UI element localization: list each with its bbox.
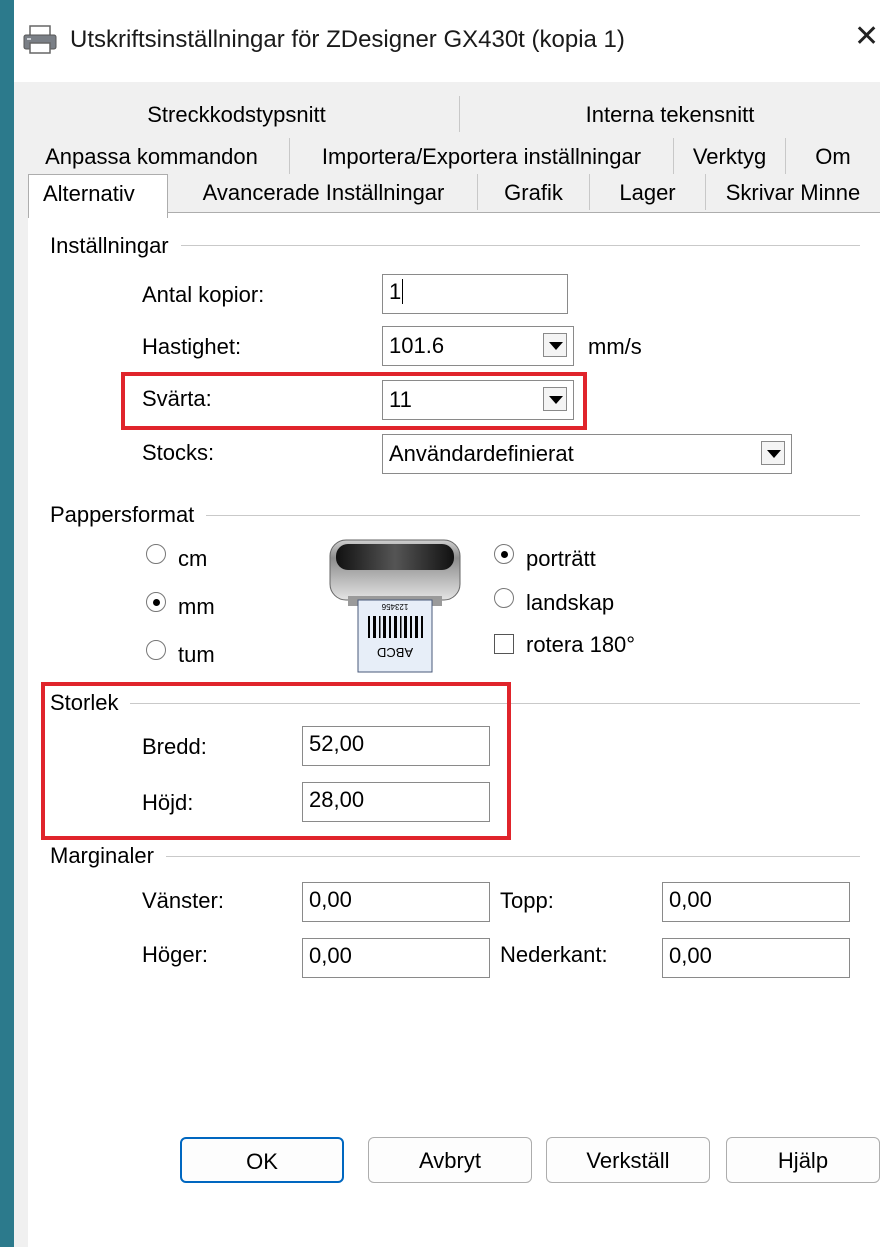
unit-tum-label: tum	[178, 642, 215, 667]
settings-section-title: Inställningar	[50, 233, 181, 259]
help-button[interactable]: Hjälp	[726, 1137, 880, 1183]
unit-mm-label: mm	[178, 594, 215, 619]
close-icon[interactable]: ✕	[854, 22, 879, 52]
copies-label: Antal kopior:	[142, 282, 265, 307]
tab-about[interactable]: Om	[786, 138, 880, 174]
stocks-value: Användardefinierat	[389, 441, 574, 466]
cancel-button[interactable]: Avbryt	[368, 1137, 532, 1183]
margin-top-label: Topp:	[500, 888, 554, 913]
print-settings-dialog: Utskriftsinställningar för ZDesigner GX4…	[14, 0, 880, 1247]
tab-internal-fonts[interactable]: Interna tekensnitt	[460, 96, 880, 132]
tab-row-1: Streckkodstypsnitt Interna tekensnitt	[14, 96, 880, 132]
copies-input[interactable]: 1	[382, 274, 568, 314]
margin-right-label: Höger:	[142, 942, 209, 967]
landscape-radio[interactable]	[494, 588, 514, 608]
darkness-highlight	[121, 372, 587, 430]
margin-bottom-label: Nederkant:	[500, 942, 608, 967]
tab-row-2: Anpassa kommandon Importera/Exportera in…	[14, 138, 880, 174]
portrait-label: porträtt	[526, 546, 596, 571]
tab-custom-commands[interactable]: Anpassa kommandon	[14, 138, 290, 174]
tab-printer-memory[interactable]: Skrivar Minne	[706, 174, 880, 210]
unit-mm-radio[interactable]	[146, 592, 166, 612]
label-bottom-text: ABCD	[377, 645, 413, 660]
text-cursor	[402, 279, 404, 304]
size-highlight	[41, 682, 511, 840]
rotate-checkbox[interactable]	[494, 634, 514, 654]
speed-dropdown[interactable]: 101.6	[382, 326, 574, 366]
title-bar: Utskriftsinställningar för ZDesigner GX4…	[14, 0, 880, 82]
margin-left-input[interactable]: 0,00	[302, 882, 490, 922]
tab-barcode-fonts[interactable]: Streckkodstypsnitt	[14, 96, 460, 132]
margin-top-input[interactable]: 0,00	[662, 882, 850, 922]
label-printer-icon: 123456 ABCD	[329, 539, 461, 673]
copies-value: 1	[389, 279, 402, 304]
speed-value: 101.6	[389, 333, 445, 358]
unit-cm-radio[interactable]	[146, 544, 166, 564]
unit-cm-label: cm	[178, 546, 208, 571]
margins-section-title: Marginaler	[50, 843, 166, 869]
landscape-label: landskap	[526, 590, 615, 615]
apply-button[interactable]: Verkställ	[546, 1137, 710, 1183]
tab-tools[interactable]: Verktyg	[674, 138, 786, 174]
portrait-radio[interactable]	[494, 544, 514, 564]
rotate-label: rotera 180°	[526, 632, 636, 657]
chevron-down-icon[interactable]	[543, 333, 567, 357]
stocks-label: Stocks:	[142, 440, 215, 465]
tab-advanced-settings[interactable]: Avancerade Inställningar	[170, 174, 478, 210]
tab-graphics[interactable]: Grafik	[478, 174, 590, 210]
margin-right-input[interactable]: 0,00	[302, 938, 490, 978]
speed-unit: mm/s	[588, 334, 642, 359]
label-top-text: 123456	[381, 602, 408, 611]
margin-left-label: Vänster:	[142, 888, 224, 913]
margins-divider	[54, 856, 860, 857]
unit-tum-radio[interactable]	[146, 640, 166, 660]
chevron-down-icon[interactable]	[761, 441, 785, 465]
paper-section-title: Pappersformat	[50, 502, 207, 528]
margin-bottom-input[interactable]: 0,00	[662, 938, 850, 978]
stocks-dropdown[interactable]: Användardefinierat	[382, 434, 792, 474]
tab-stock[interactable]: Lager	[590, 174, 706, 210]
printer-icon	[23, 25, 57, 54]
ok-button[interactable]: OK	[180, 1137, 344, 1183]
tab-import-export[interactable]: Importera/Exportera inställningar	[290, 138, 674, 174]
speed-label: Hastighet:	[142, 334, 242, 359]
tab-options[interactable]: Alternativ	[28, 174, 168, 218]
tab-row-3: Alternativ Avancerade Inställningar Graf…	[14, 174, 880, 218]
window-title: Utskriftsinställningar för ZDesigner GX4…	[70, 26, 625, 53]
